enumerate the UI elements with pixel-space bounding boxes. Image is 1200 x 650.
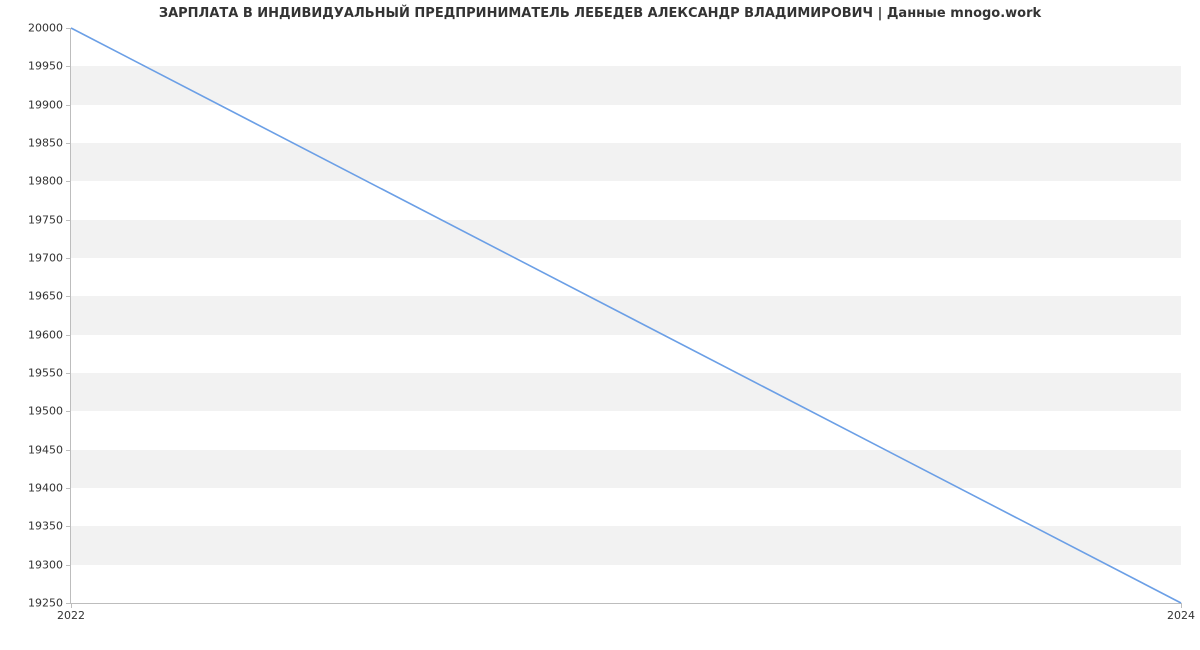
y-tick-mark (66, 450, 71, 451)
y-tick-label: 20000 (28, 22, 71, 35)
y-tick-mark (66, 143, 71, 144)
y-tick-label: 19900 (28, 98, 71, 111)
y-tick-mark (66, 373, 71, 374)
y-tick-label: 19700 (28, 252, 71, 265)
y-tick-label: 19350 (28, 520, 71, 533)
series-line (71, 28, 1181, 603)
y-tick-label: 19300 (28, 558, 71, 571)
y-tick-mark (66, 565, 71, 566)
x-tick-mark (1181, 603, 1182, 608)
y-tick-mark (66, 220, 71, 221)
y-tick-mark (66, 296, 71, 297)
y-tick-mark (66, 335, 71, 336)
y-tick-mark (66, 181, 71, 182)
y-tick-mark (66, 258, 71, 259)
y-tick-label: 19450 (28, 443, 71, 456)
y-tick-label: 19400 (28, 482, 71, 495)
y-tick-label: 19950 (28, 60, 71, 73)
plot-area: 1925019300193501940019450195001955019600… (70, 28, 1181, 604)
y-tick-label: 19650 (28, 290, 71, 303)
y-tick-mark (66, 105, 71, 106)
x-tick-mark (71, 603, 72, 608)
chart-container: ЗАРПЛАТА В ИНДИВИДУАЛЬНЫЙ ПРЕДПРИНИМАТЕЛ… (0, 0, 1200, 650)
y-tick-mark (66, 411, 71, 412)
y-tick-mark (66, 526, 71, 527)
y-tick-label: 19500 (28, 405, 71, 418)
y-tick-label: 19850 (28, 137, 71, 150)
y-tick-mark (66, 28, 71, 29)
chart-title: ЗАРПЛАТА В ИНДИВИДУАЛЬНЫЙ ПРЕДПРИНИМАТЕЛ… (0, 6, 1200, 21)
y-tick-mark (66, 66, 71, 67)
y-tick-label: 19600 (28, 328, 71, 341)
y-tick-label: 19800 (28, 175, 71, 188)
y-tick-label: 19750 (28, 213, 71, 226)
line-layer (71, 28, 1181, 603)
y-tick-mark (66, 488, 71, 489)
y-tick-label: 19550 (28, 367, 71, 380)
